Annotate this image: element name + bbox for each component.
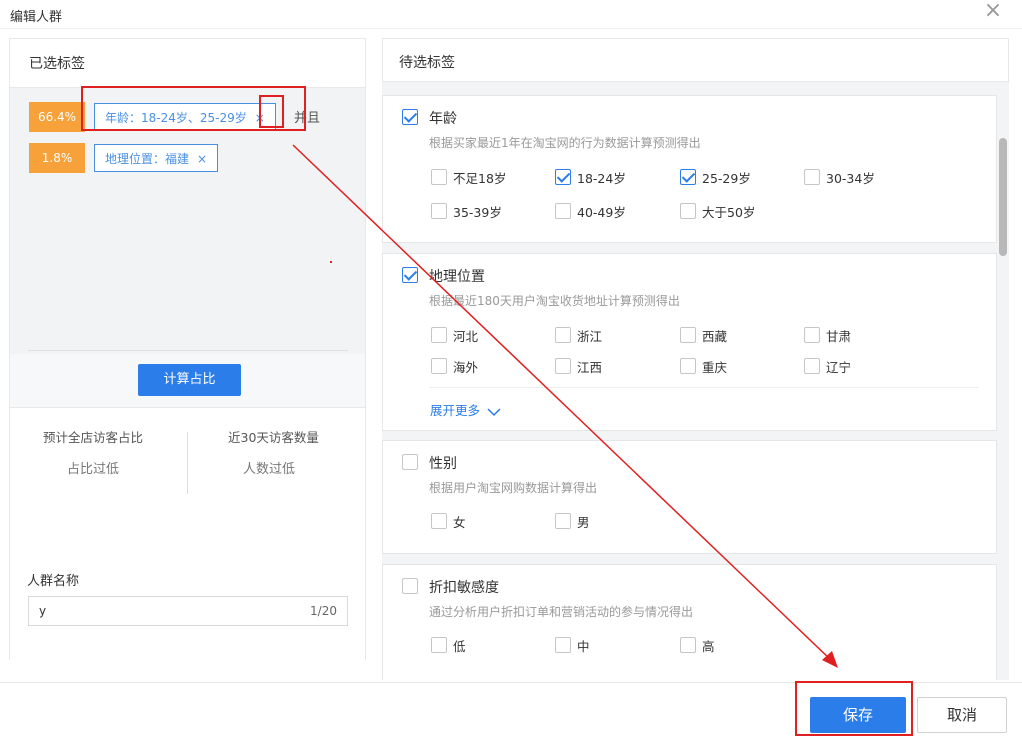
scrollbar[interactable]	[999, 138, 1007, 256]
option-label: 河北	[453, 329, 479, 344]
tag-card-age: 年龄 根据买家最近1年在淘宝网的行为数据计算预测得出 不足18岁 18-24岁 …	[382, 95, 997, 243]
selected-tags-area: 66.4% 年龄：18-24岁、25-29岁 × 并且 1.8% 地理位置：福建 ×	[10, 88, 365, 354]
section-title: 性别	[429, 456, 457, 472]
tag-percent-badge: 66.4%	[29, 102, 85, 132]
selected-tag-label: 年龄：18-24岁、25-29岁	[105, 111, 247, 125]
section-checkbox-gender[interactable]	[402, 454, 418, 470]
candidate-tags-list: 年龄 根据买家最近1年在淘宝网的行为数据计算预测得出 不足18岁 18-24岁 …	[382, 82, 1009, 680]
crowd-name-input[interactable]: y 1/20	[28, 596, 348, 626]
option-checkbox[interactable]	[431, 203, 447, 219]
option-checkbox[interactable]	[555, 169, 571, 185]
section-checkbox-location[interactable]	[402, 267, 418, 283]
tag-card-gender: 性别 根据用户淘宝网购数据计算得出 女 男	[382, 440, 997, 554]
option-label: 女	[453, 515, 466, 530]
option-label: 低	[453, 639, 466, 654]
option-label: 35-39岁	[453, 205, 502, 220]
option-checkbox[interactable]	[680, 169, 696, 185]
header-divider	[0, 28, 1022, 29]
option-checkbox[interactable]	[555, 637, 571, 653]
expand-more-link[interactable]: 展开更多	[430, 400, 502, 419]
option-label: 高	[702, 639, 715, 654]
option-label: 重庆	[702, 360, 728, 375]
selected-tag-label: 地理位置：福建	[105, 152, 190, 166]
crowd-name-label: 人群名称	[27, 574, 80, 589]
option-label: 18-24岁	[577, 171, 626, 186]
option-checkbox[interactable]	[555, 203, 571, 219]
dialog-title: 编辑人群	[10, 10, 63, 25]
close-icon[interactable]: ×	[982, 0, 1004, 22]
tag-percent-badge: 1.8%	[29, 143, 85, 173]
option-label: 男	[577, 515, 590, 530]
option-label: 大于50岁	[702, 205, 756, 220]
option-checkbox[interactable]	[680, 203, 696, 219]
remove-tag-icon[interactable]: ×	[197, 152, 207, 166]
selected-tags-panel: 已选标签 66.4% 年龄：18-24岁、25-29岁 × 并且 1.8% 地理位…	[9, 38, 366, 662]
candidate-tags-title: 待选标签	[399, 55, 455, 71]
chevron-down-icon	[487, 407, 501, 416]
option-checkbox[interactable]	[804, 169, 820, 185]
option-checkbox[interactable]	[555, 513, 571, 529]
divider	[28, 350, 348, 351]
option-checkbox[interactable]	[431, 358, 447, 374]
option-checkbox[interactable]	[431, 637, 447, 653]
option-checkbox[interactable]	[431, 513, 447, 529]
footer-divider	[0, 682, 1022, 683]
count-value: 人数过低	[243, 462, 296, 477]
crowd-name-counter: 1/20	[310, 604, 337, 618]
option-checkbox[interactable]	[431, 169, 447, 185]
option-checkbox[interactable]	[680, 637, 696, 653]
divider	[429, 387, 979, 388]
stats-divider	[187, 432, 188, 494]
section-title: 年龄	[429, 111, 457, 127]
option-label: 25-29岁	[702, 171, 751, 186]
selected-tags-header: 已选标签	[10, 39, 365, 88]
selected-tag-age[interactable]: 年龄：18-24岁、25-29岁 ×	[94, 103, 276, 131]
stats-area: 预计全店访客占比 占比过低 近30天访客数量 人数过低 人群名称 y 1/20	[10, 407, 365, 662]
section-checkbox-age[interactable]	[402, 109, 418, 125]
selected-tag-location[interactable]: 地理位置：福建 ×	[94, 144, 219, 172]
option-label: 中	[577, 639, 590, 654]
candidate-tags-panel: 待选标签 年龄 根据买家最近1年在淘宝网的行为数据计算预测得出 不足18岁 18…	[382, 38, 1009, 680]
ratio-value: 占比过低	[67, 462, 120, 477]
section-title: 地理位置	[429, 269, 485, 285]
section-desc: 根据买家最近1年在淘宝网的行为数据计算预测得出	[429, 136, 701, 150]
option-label: 甘肃	[826, 329, 852, 344]
ratio-label: 预计全店访客占比	[43, 430, 144, 445]
option-label: 辽宁	[826, 360, 852, 375]
stray-dot	[330, 261, 332, 263]
cancel-button[interactable]: 取消	[917, 697, 1007, 733]
option-label: 西藏	[702, 329, 728, 344]
option-label: 不足18岁	[453, 171, 507, 186]
option-label: 30-34岁	[826, 171, 875, 186]
option-checkbox[interactable]	[804, 358, 820, 374]
option-label: 40-49岁	[577, 205, 626, 220]
tag-card-location: 地理位置 根据最近180天用户淘宝收货地址计算预测得出 河北 浙江 西藏 甘肃 …	[382, 253, 997, 431]
option-checkbox[interactable]	[680, 327, 696, 343]
option-label: 浙江	[577, 329, 603, 344]
option-checkbox[interactable]	[555, 327, 571, 343]
option-label: 江西	[577, 360, 603, 375]
calculate-ratio-button[interactable]: 计算占比	[138, 364, 241, 396]
section-desc: 通过分析用户折扣订单和营销活动的参与情况得出	[429, 605, 694, 619]
tag-card-discount: 折扣敏感度 通过分析用户折扣订单和营销活动的参与情况得出 低 中 高	[382, 564, 997, 680]
option-checkbox[interactable]	[680, 358, 696, 374]
option-checkbox[interactable]	[804, 327, 820, 343]
and-label: 并且	[294, 111, 321, 126]
crowd-name-value: y	[39, 604, 47, 618]
section-desc: 根据最近180天用户淘宝收货地址计算预测得出	[429, 294, 680, 308]
candidate-tags-header: 待选标签	[382, 38, 1009, 82]
option-label: 海外	[453, 360, 479, 375]
expand-more-label: 展开更多	[430, 403, 481, 418]
section-checkbox-discount[interactable]	[402, 578, 418, 594]
section-title: 折扣敏感度	[429, 580, 499, 596]
save-button[interactable]: 保存	[810, 697, 906, 733]
section-desc: 根据用户淘宝网购数据计算得出	[429, 481, 598, 495]
option-checkbox[interactable]	[431, 327, 447, 343]
option-checkbox[interactable]	[555, 358, 571, 374]
selected-tags-title: 已选标签	[29, 56, 85, 72]
remove-tag-icon[interactable]: ×	[255, 111, 265, 125]
count-label: 近30天访客数量	[228, 430, 319, 445]
